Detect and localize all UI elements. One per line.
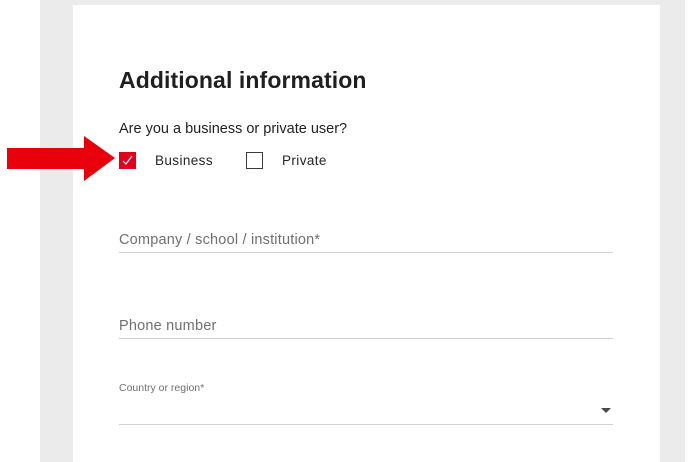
country-label: Country or region* <box>119 382 205 394</box>
business-checkbox[interactable] <box>119 152 136 169</box>
private-checkbox[interactable] <box>246 152 263 169</box>
page-title: Additional information <box>119 67 367 93</box>
company-placeholder: Company / school / institution* <box>119 232 321 248</box>
phone-placeholder: Phone number <box>119 318 217 334</box>
country-select[interactable]: Country or region* <box>119 382 613 425</box>
user-type-question: Are you a business or private user? <box>119 121 348 137</box>
company-field[interactable]: Company / school / institution* <box>119 231 613 253</box>
check-icon <box>122 155 133 165</box>
business-label: Business <box>155 153 213 168</box>
chevron-down-icon[interactable] <box>601 408 611 413</box>
private-option[interactable]: Private <box>246 152 327 169</box>
private-label: Private <box>282 153 327 168</box>
business-option[interactable]: Business <box>119 152 213 169</box>
phone-field[interactable]: Phone number <box>119 317 613 339</box>
right-arrow-icon <box>7 136 115 181</box>
